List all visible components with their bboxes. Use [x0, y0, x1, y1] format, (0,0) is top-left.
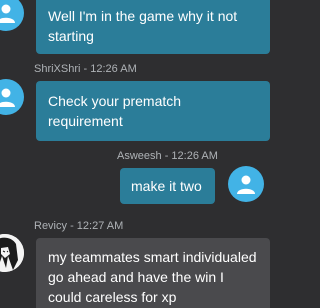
user-avatar[interactable] — [228, 166, 264, 202]
message-time: 12:26 AM — [171, 150, 218, 162]
message-time: 12:26 AM — [90, 63, 137, 75]
message-text: my teammates smart individualed go ahead… — [48, 249, 257, 305]
sender-name: ShriXShri — [34, 63, 81, 75]
user-icon — [237, 175, 255, 194]
anime-character-avatar — [0, 234, 24, 272]
message-bubble: Well I'm in the game why it not starting — [36, 0, 270, 54]
message-time: 12:27 AM — [76, 220, 124, 232]
user-icon — [0, 88, 15, 107]
message-text: make it two — [131, 178, 202, 194]
user-avatar[interactable] — [0, 234, 24, 272]
message-meta: Revicy - 12:27 AM — [34, 220, 124, 232]
sender-name: Asweesh — [117, 150, 162, 162]
user-avatar[interactable] — [0, 79, 24, 115]
message-text: Check your prematch requirement — [48, 93, 182, 129]
user-icon — [0, 4, 15, 23]
message-meta: Asweesh - 12:26 AM — [117, 150, 218, 162]
message-bubble: make it two — [120, 168, 215, 204]
message-meta: ShriXShri - 12:26 AM — [34, 63, 137, 75]
message-bubble: my teammates smart individualed go ahead… — [36, 238, 270, 308]
user-avatar[interactable] — [0, 0, 24, 31]
message-bubble: Check your prematch requirement — [36, 81, 270, 141]
chat-thread: Well I'm in the game why it not starting… — [0, 0, 280, 308]
sender-name: Revicy — [34, 220, 68, 232]
message-text: Well I'm in the game why it not starting — [48, 8, 238, 44]
